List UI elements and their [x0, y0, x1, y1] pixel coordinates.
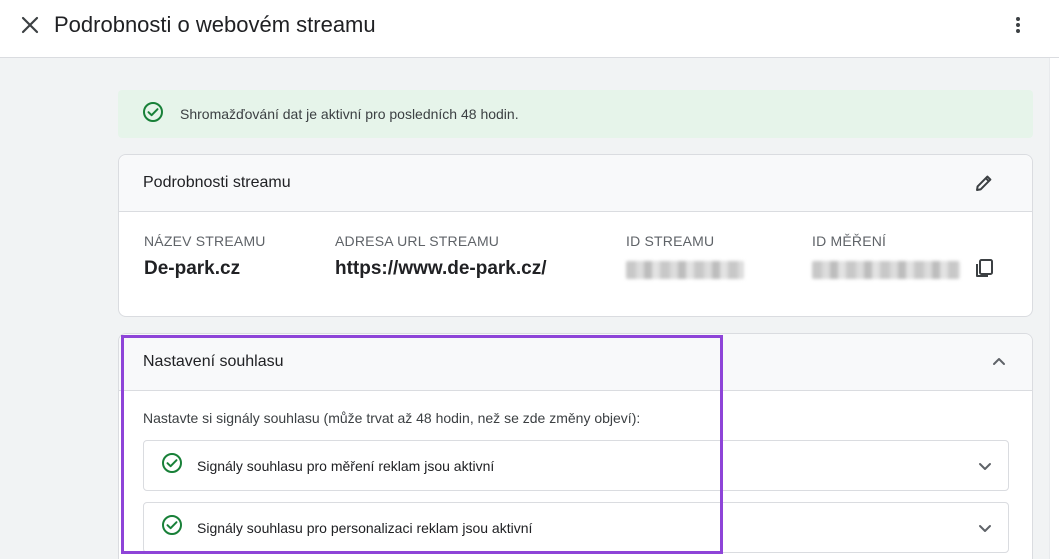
- top-bar: Podrobnosti o webovém streamu: [0, 0, 1059, 58]
- chevron-up-icon[interactable]: [986, 348, 1012, 374]
- stream-details-card: Podrobnosti streamu NÁZEV STREAMU De-par…: [118, 154, 1033, 317]
- field-value: De-park.cz: [144, 258, 241, 279]
- field-value: https://www.de-park.cz/: [335, 258, 547, 279]
- field-label: ID MĚŘENÍ: [812, 233, 887, 249]
- check-circle-icon: [161, 514, 183, 541]
- stream-details-title: Podrobnosti streamu: [143, 174, 291, 191]
- check-circle-icon: [161, 452, 183, 479]
- consent-settings-title: Nastavení souhlasu: [143, 353, 284, 370]
- scrollbar-track[interactable]: [1049, 58, 1059, 559]
- chevron-down-icon[interactable]: [974, 517, 996, 539]
- field-stream-name: NÁZEV STREAMU De-park.cz: [144, 233, 266, 280]
- consent-settings-header[interactable]: Nastavení souhlasu: [119, 334, 1032, 391]
- page-title: Podrobnosti o webovém streamu: [54, 12, 376, 37]
- field-label: ADRESA URL STREAMU: [335, 233, 500, 249]
- stream-details-header: Podrobnosti streamu: [119, 155, 1032, 212]
- more-vert-icon[interactable]: [1004, 11, 1032, 39]
- field-stream-url: ADRESA URL STREAMU https://www.de-park.c…: [335, 233, 547, 280]
- copy-icon[interactable]: [971, 255, 997, 281]
- consent-signal-ad-measurement[interactable]: Signály souhlasu pro měření reklam jsou …: [143, 440, 1009, 491]
- signal-label: Signály souhlasu pro měření reklam jsou …: [197, 457, 495, 474]
- pencil-icon[interactable]: [972, 171, 996, 195]
- field-label: NÁZEV STREAMU: [144, 233, 266, 249]
- consent-signal-ad-personalization[interactable]: Signály souhlasu pro personalizaci rekla…: [143, 502, 1009, 553]
- check-circle-icon: [142, 101, 164, 128]
- banner-text: Shromažďování dat je aktivní pro posledn…: [180, 106, 519, 122]
- close-icon[interactable]: [16, 11, 44, 39]
- field-measurement-id: ID MĚŘENÍ: [812, 233, 960, 279]
- consent-settings-card: Nastavení souhlasu Nastavte si signály s…: [118, 333, 1033, 559]
- redacted-measurement-id: [812, 261, 960, 279]
- consent-description: Nastavte si signály souhlasu (může trvat…: [143, 410, 641, 426]
- status-banner: Shromažďování dat je aktivní pro posledn…: [118, 90, 1033, 138]
- redacted-stream-id: [626, 261, 744, 279]
- field-label: ID STREAMU: [626, 233, 715, 249]
- chevron-down-icon[interactable]: [974, 455, 996, 477]
- field-stream-id: ID STREAMU: [626, 233, 744, 279]
- signal-label: Signály souhlasu pro personalizaci rekla…: [197, 519, 533, 536]
